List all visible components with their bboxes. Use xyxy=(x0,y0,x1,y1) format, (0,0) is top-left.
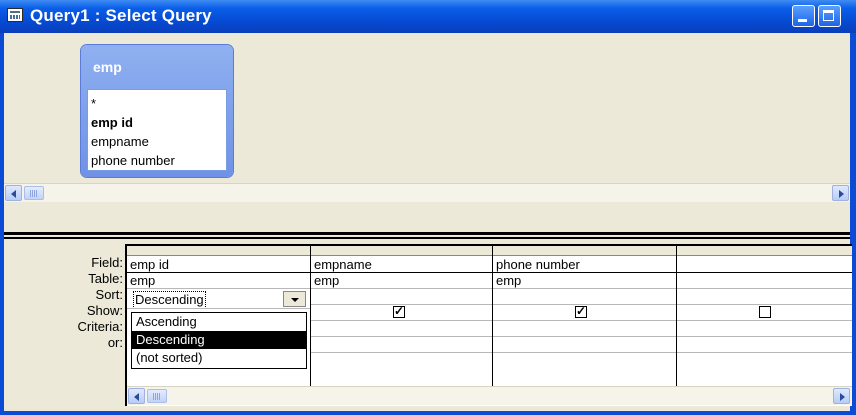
column-selector-3[interactable] xyxy=(493,246,676,256)
field-list-item-phone-number[interactable]: phone number xyxy=(91,151,223,170)
window-title: Query1 : Select Query xyxy=(30,6,212,25)
maximize-button[interactable] xyxy=(818,5,841,27)
query-window: Query1 : Select Query emp * emp id empna… xyxy=(0,0,856,415)
query-icon xyxy=(7,8,23,22)
row-label-show: Show: xyxy=(86,303,123,318)
sort-combobox-value: Descending xyxy=(133,291,206,308)
field-cell-phone-number[interactable]: phone number xyxy=(493,257,676,273)
scrollbar-thumb[interactable] xyxy=(147,389,167,403)
sort-option-not-sorted[interactable]: (not sorted) xyxy=(132,349,306,367)
table-cell-emp[interactable]: emp xyxy=(493,273,676,289)
table-name: emp xyxy=(93,59,122,75)
field-list-item-emp-id[interactable]: emp id xyxy=(91,113,223,132)
sort-cell[interactable]: Descending xyxy=(127,289,310,309)
row-label-field: Field: xyxy=(91,255,123,270)
grid-column-4 xyxy=(677,244,852,386)
show-checkbox[interactable] xyxy=(575,305,587,319)
sort-cell[interactable] xyxy=(493,289,676,305)
sort-cell[interactable] xyxy=(677,289,852,305)
pane-splitter-line xyxy=(4,237,850,239)
table-pane: emp * emp id empname phone number xyxy=(4,33,850,202)
or-cell[interactable] xyxy=(677,337,852,353)
table-cell-emp[interactable]: emp xyxy=(311,273,492,289)
sort-option-descending[interactable]: Descending xyxy=(132,331,306,349)
criteria-cell[interactable] xyxy=(311,321,492,337)
chevron-down-icon[interactable] xyxy=(283,291,306,307)
sort-cell[interactable] xyxy=(311,289,492,305)
arrow-right-icon[interactable] xyxy=(832,185,849,201)
field-cell-empty[interactable] xyxy=(677,257,852,273)
field-list-item-all[interactable]: * xyxy=(91,94,223,113)
arrow-left-icon[interactable] xyxy=(128,388,145,404)
arrow-left-icon[interactable] xyxy=(5,185,22,201)
field-cell-empname[interactable]: empname xyxy=(311,257,492,273)
criteria-cell[interactable] xyxy=(677,321,852,337)
field-list: * emp id empname phone number xyxy=(87,89,227,171)
sort-dropdown-list: Ascending Descending (not sorted) xyxy=(131,312,307,369)
scrollbar-thumb[interactable] xyxy=(24,186,44,200)
column-selector-4[interactable] xyxy=(677,246,852,256)
grid-column-2: empname emp xyxy=(311,244,492,386)
show-cell[interactable] xyxy=(311,305,492,321)
show-checkbox[interactable] xyxy=(393,305,405,319)
show-checkbox[interactable] xyxy=(759,306,771,318)
table-field-list-emp[interactable]: emp * emp id empname phone number xyxy=(81,45,233,177)
row-label-sort: Sort: xyxy=(95,287,123,302)
column-selector-1[interactable] xyxy=(127,246,310,256)
field-cell-emp-id[interactable]: emp id xyxy=(127,257,310,273)
grid-horizontal-scrollbar[interactable] xyxy=(127,386,852,405)
criteria-cell[interactable] xyxy=(493,321,676,337)
row-label-criteria: Criteria: xyxy=(77,319,123,334)
column-selector-2[interactable] xyxy=(311,246,492,256)
row-label-or: or: xyxy=(107,335,123,350)
show-cell[interactable] xyxy=(677,305,852,321)
design-grid-row-labels: Field: Table: Sort: Show: Criteria: or: xyxy=(4,255,123,351)
sort-option-ascending[interactable]: Ascending xyxy=(132,313,306,331)
grid-column-3: phone number emp xyxy=(493,244,676,386)
table-pane-horizontal-scrollbar[interactable] xyxy=(4,183,850,202)
minimize-button[interactable] xyxy=(792,5,815,27)
arrow-right-icon[interactable] xyxy=(833,388,850,404)
or-cell[interactable] xyxy=(493,337,676,353)
or-cell[interactable] xyxy=(311,337,492,353)
table-cell-emp[interactable]: emp xyxy=(127,273,310,289)
show-cell[interactable] xyxy=(493,305,676,321)
query-client-area: emp * emp id empname phone number Field:… xyxy=(4,33,852,411)
table-cell-empty[interactable] xyxy=(677,273,852,289)
title-bar[interactable]: Query1 : Select Query xyxy=(0,0,856,33)
pane-splitter[interactable] xyxy=(4,232,850,235)
row-label-table: Table: xyxy=(88,271,123,286)
field-list-item-empname[interactable]: empname xyxy=(91,132,223,151)
sort-combobox[interactable]: Descending xyxy=(130,291,306,308)
